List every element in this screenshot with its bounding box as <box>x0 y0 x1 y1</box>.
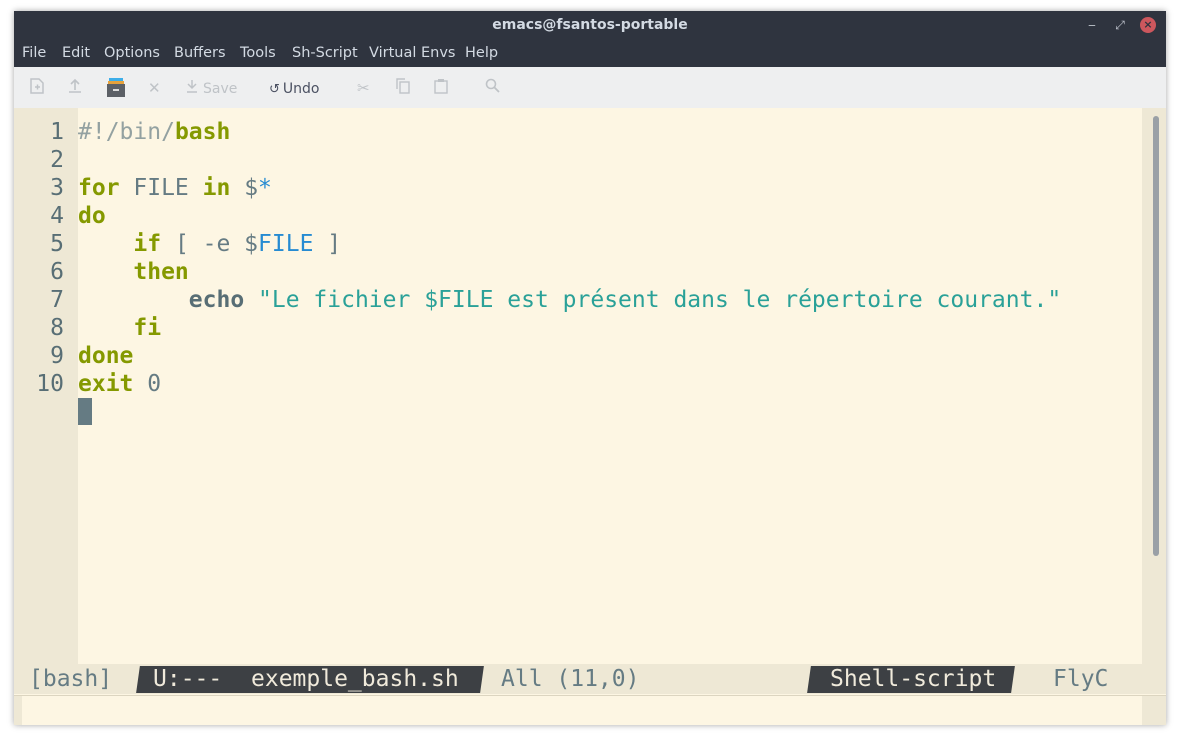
code-token: bash <box>174 119 231 145</box>
menu-file[interactable]: File <box>22 45 46 61</box>
code-line[interactable]: exit 0 <box>78 370 1061 398</box>
minibuffer-input[interactable] <box>22 696 1142 725</box>
code-token: * <box>258 175 272 201</box>
dired-icon[interactable] <box>106 76 126 97</box>
code-line[interactable]: if [ -e $FILE ] <box>78 230 1061 258</box>
editor-area[interactable]: 1 2 3 4 5 6 7 8 9 10 #!/bin/bash for FILE in $* do … <box>14 108 1166 664</box>
line-number: 7 <box>50 287 64 313</box>
code-token: FILE <box>258 231 314 257</box>
code-token: in <box>202 175 231 201</box>
undo-label: Undo <box>282 81 320 97</box>
code-line[interactable]: for FILE in $* <box>78 174 1061 202</box>
paste-icon[interactable] <box>434 78 448 98</box>
code-token: fi <box>133 315 162 341</box>
code-line[interactable]: then <box>78 258 1061 286</box>
scrollbar-thumb[interactable] <box>1153 116 1159 556</box>
code-token: then <box>133 259 189 285</box>
line-number: 2 <box>50 147 64 173</box>
window-title: emacs@fsantos-portable <box>492 17 688 33</box>
code-token: echo <box>188 287 245 313</box>
close-buffer-icon[interactable]: ✕ <box>148 78 161 98</box>
new-file-icon[interactable] <box>30 78 44 98</box>
code-token: $ <box>230 175 259 201</box>
code-line[interactable]: #!/bin/bash <box>78 118 1061 146</box>
code-token: for <box>78 175 120 201</box>
text-cursor <box>78 398 92 425</box>
menu-sh-script[interactable]: Sh-Script <box>292 45 358 61</box>
menu-edit[interactable]: Edit <box>62 45 90 61</box>
menu-bar: File Edit Options Buffers Tools Sh-Scrip… <box>14 39 1166 67</box>
minibuffer[interactable] <box>14 695 1166 725</box>
undo-button[interactable]: ↺ Undo <box>269 78 319 98</box>
code-line[interactable]: fi <box>78 314 1061 342</box>
undo-icon: ↺ <box>269 82 280 97</box>
toolbar: ✕ Save ↺ Undo ✂ <box>14 67 1166 109</box>
modeline-position: All (11,0) <box>501 666 640 692</box>
menu-help[interactable]: Help <box>465 45 498 61</box>
line-number: 1 <box>50 119 64 145</box>
maximize-icon[interactable]: ⤢ <box>1112 17 1128 33</box>
code-token: "Le fichier $FILE est présent dans le ré… <box>258 287 1062 313</box>
copy-icon[interactable] <box>396 78 410 98</box>
code-line[interactable] <box>78 146 1061 174</box>
code-token: #!/bin/ <box>78 119 175 145</box>
cut-icon[interactable]: ✂ <box>357 78 370 98</box>
modeline-minor-mode[interactable]: FlyC <box>1053 665 1108 693</box>
save-label: Save <box>203 81 238 97</box>
menu-buffers[interactable]: Buffers <box>174 45 226 61</box>
line-number-gutter: 1 2 3 4 5 6 7 8 9 10 <box>14 108 78 664</box>
modeline-major-mode[interactable]: Shell-script <box>830 665 996 693</box>
menu-tools[interactable]: Tools <box>240 45 276 61</box>
save-button[interactable]: Save <box>186 78 237 98</box>
line-number: 9 <box>50 343 64 369</box>
minimize-icon[interactable]: ‒ <box>1084 17 1100 33</box>
code-token: if <box>133 231 162 257</box>
line-number: 6 <box>50 259 64 285</box>
close-icon[interactable]: × <box>1140 17 1156 33</box>
line-number: 3 <box>50 175 64 201</box>
line-number: 4 <box>50 203 64 229</box>
mode-line: [bash] U:--- exemple_bash.sh All (11,0) … <box>14 664 1166 694</box>
code-token: done <box>78 343 134 369</box>
open-file-icon[interactable] <box>68 78 82 98</box>
line-number: 10 <box>36 371 64 397</box>
line-number: 8 <box>50 315 64 341</box>
modeline-env: [bash] <box>29 666 113 692</box>
emacs-window: emacs@fsantos-portable ‒ ⤢ × File Edit O… <box>14 11 1166 725</box>
code-token: FILE <box>119 175 203 201</box>
modeline-buffer-name[interactable]: exemple_bash.sh <box>251 665 459 693</box>
code-token: 0 <box>133 371 162 397</box>
code-line[interactable]: echo "Le fichier $FILE est présent dans … <box>78 286 1061 314</box>
menu-options[interactable]: Options <box>104 45 160 61</box>
code-token: ] <box>313 231 342 257</box>
title-bar: emacs@fsantos-portable ‒ ⤢ × <box>14 11 1166 39</box>
line-number: 5 <box>50 231 64 257</box>
code-token: do <box>78 203 106 229</box>
code-buffer[interactable]: #!/bin/bash for FILE in $* do if [ -e $FIL… <box>78 118 1061 398</box>
code-line[interactable]: do <box>78 202 1061 230</box>
code-token: [ -e $ <box>161 231 259 257</box>
menu-virtual-envs[interactable]: Virtual Envs <box>369 45 455 61</box>
code-token: exit <box>78 371 134 397</box>
code-line[interactable]: done <box>78 342 1061 370</box>
modeline-status: U:--- <box>153 666 223 692</box>
line-numbers: 1 2 3 4 5 6 7 8 9 10 <box>14 118 64 398</box>
search-icon[interactable] <box>485 78 500 98</box>
